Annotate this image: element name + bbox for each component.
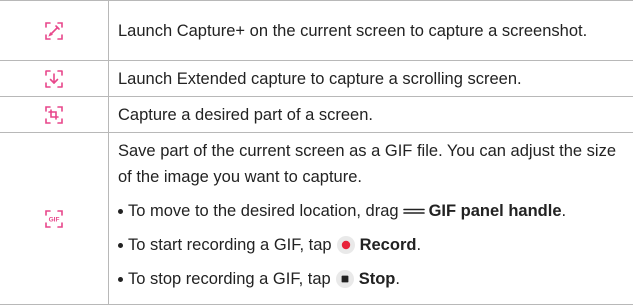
row-description: Launch Capture+ on the current screen to… (118, 21, 588, 40)
icon-cell: GIF (0, 133, 109, 304)
row-description: Capture a desired part of a screen. (118, 105, 373, 124)
extended-capture-icon (44, 69, 64, 89)
icon-cell (0, 61, 109, 96)
bullet-text: To move to the desired location, drag (128, 202, 399, 220)
bullet-dot (118, 208, 123, 214)
row-description: Save part of the current screen as a GIF… (118, 142, 617, 186)
table-row: Launch Capture+ on the current screen to… (0, 1, 633, 61)
gif-capture-icon: GIF (44, 209, 64, 229)
bullet-item: To move to the desired location, drag GI… (118, 194, 623, 228)
table-row: Capture a desired part of a screen. (0, 97, 633, 133)
drag-handle-icon (402, 206, 425, 216)
crop-capture-icon (44, 105, 64, 125)
icon-cell (0, 1, 109, 60)
description-cell: Save part of the current screen as a GIF… (109, 133, 633, 304)
bullet-text: To stop recording a GIF, tap (128, 270, 331, 288)
bullet-item: To stop recording a GIF, tap Stop . (118, 262, 623, 296)
record-icon (336, 235, 356, 255)
bullet-suffix: . (395, 270, 400, 288)
bullet-dot (118, 242, 123, 248)
bullet-item: To start recording a GIF, tap Record . (118, 228, 623, 262)
description-cell: Launch Extended capture to capture a scr… (109, 61, 633, 96)
icon-cell (0, 97, 109, 132)
feature-table: Launch Capture+ on the current screen to… (0, 0, 633, 305)
bullet-bold-label: Record (359, 236, 417, 254)
table-row: GIF Save part of the current screen as a… (0, 133, 633, 304)
bullet-dot (118, 276, 123, 282)
table-row: Launch Extended capture to capture a scr… (0, 61, 633, 97)
bullet-suffix: . (416, 236, 422, 254)
bullet-bold-label: Stop (358, 270, 396, 288)
bullet-suffix: . (561, 202, 567, 220)
stop-icon (335, 269, 355, 289)
bullet-text: To start recording a GIF, tap (128, 236, 332, 254)
description-cell: Launch Capture+ on the current screen to… (109, 1, 633, 60)
description-cell: Capture a desired part of a screen. (109, 97, 633, 132)
svg-text:GIF: GIF (49, 216, 60, 223)
bullet-bold-label: GIF panel handle (428, 202, 562, 220)
pencil-capture-icon (44, 21, 64, 41)
row-description: Launch Extended capture to capture a scr… (118, 69, 522, 88)
